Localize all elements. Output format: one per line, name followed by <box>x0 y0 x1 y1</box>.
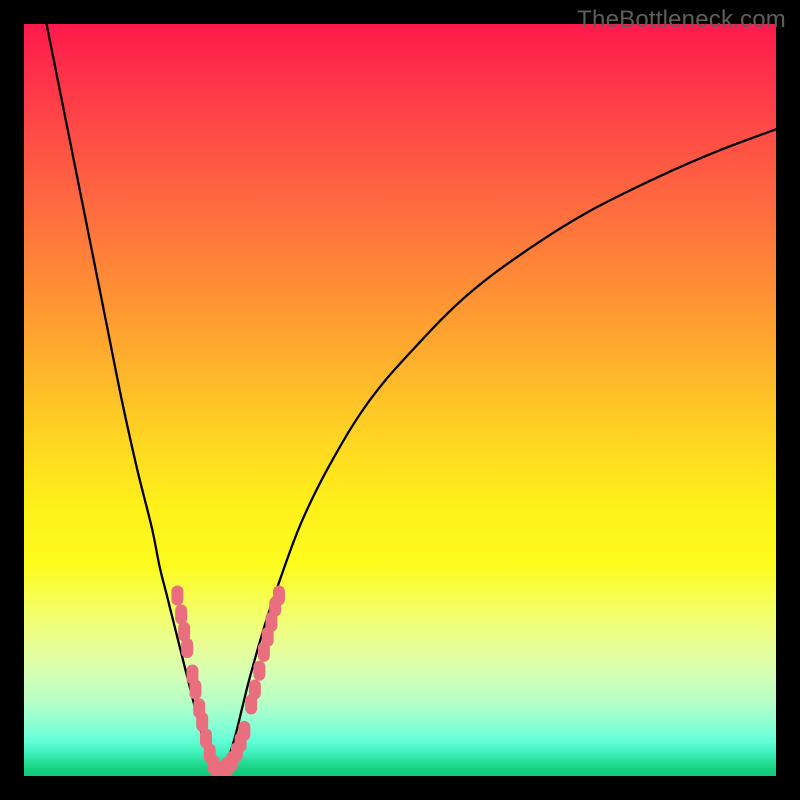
data-marker <box>181 638 193 658</box>
data-marker <box>273 586 285 606</box>
plot-area <box>24 24 776 776</box>
data-marker <box>238 721 250 741</box>
watermark-text: TheBottleneck.com <box>577 6 786 34</box>
marker-group <box>171 586 285 776</box>
chart-svg <box>24 24 776 776</box>
curve-left <box>47 24 218 772</box>
curve-right <box>218 129 776 772</box>
data-marker <box>175 604 187 624</box>
data-marker <box>253 661 265 681</box>
data-marker <box>171 586 183 606</box>
data-marker <box>249 680 261 700</box>
data-marker <box>189 680 201 700</box>
chart-frame: TheBottleneck.com <box>0 0 800 800</box>
